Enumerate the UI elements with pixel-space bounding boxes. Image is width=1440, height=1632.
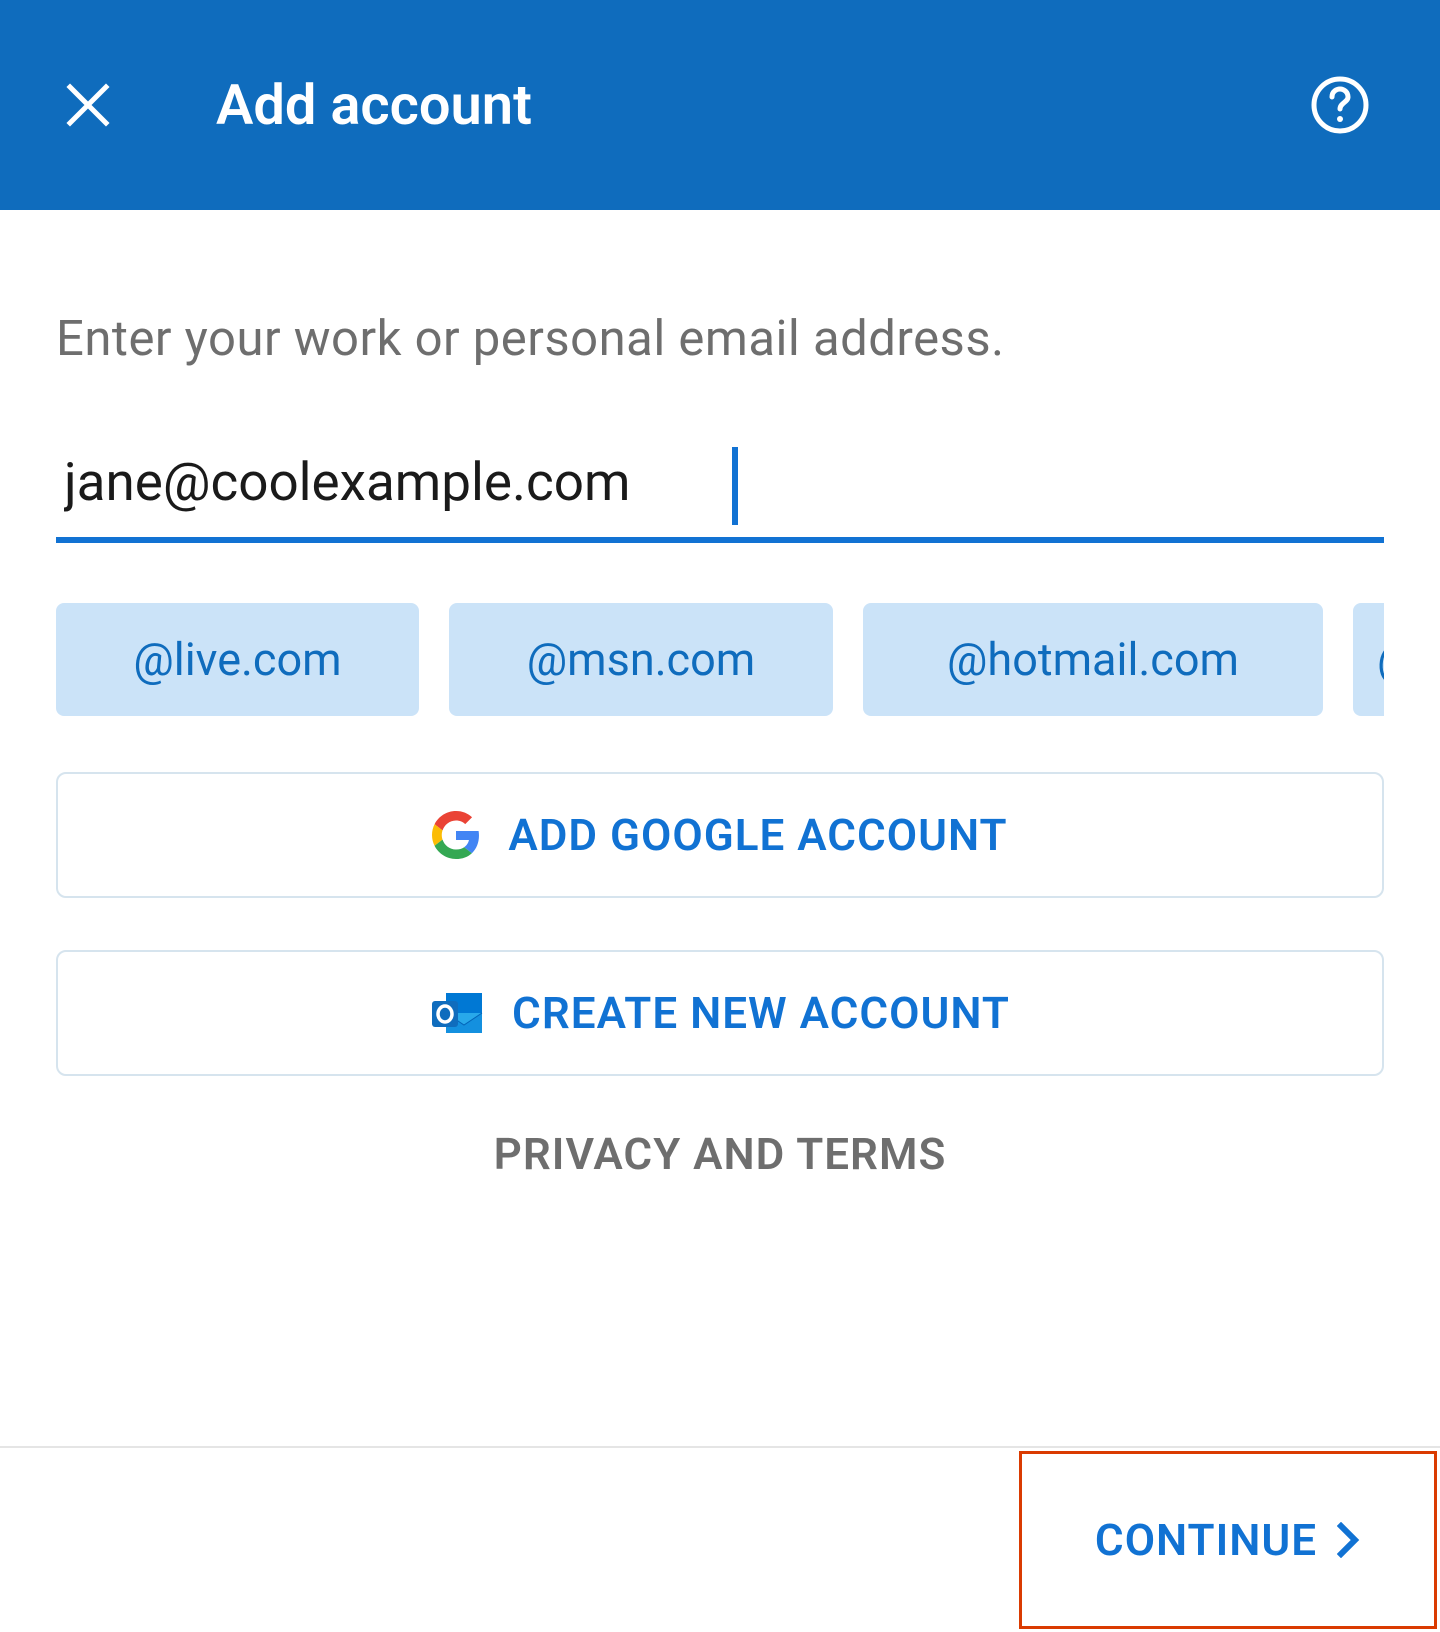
- chevron-right-icon: [1337, 1522, 1361, 1558]
- prompt-text: Enter your work or personal email addres…: [56, 310, 1384, 367]
- outlook-icon: [430, 989, 484, 1037]
- add-google-label: ADD GOOGLE ACCOUNT: [508, 809, 1007, 861]
- continue-button[interactable]: CONTINUE: [1019, 1451, 1437, 1629]
- text-cursor: [732, 447, 738, 525]
- content-area: Enter your work or personal email addres…: [0, 210, 1440, 1180]
- close-icon: [64, 81, 112, 129]
- email-input[interactable]: [56, 447, 1384, 543]
- create-new-account-label: CREATE NEW ACCOUNT: [512, 987, 1010, 1039]
- email-input-wrapper: [56, 447, 1384, 543]
- domain-chip-live[interactable]: @live.com: [56, 603, 419, 716]
- page-title: Add account: [216, 72, 1308, 138]
- create-new-account-button[interactable]: CREATE NEW ACCOUNT: [56, 950, 1384, 1076]
- continue-label: CONTINUE: [1095, 1514, 1317, 1566]
- domain-chip-more[interactable]: @: [1353, 603, 1384, 716]
- help-icon: [1310, 75, 1370, 135]
- help-button[interactable]: [1308, 73, 1372, 137]
- header-bar: Add account: [0, 0, 1440, 210]
- privacy-and-terms-link[interactable]: PRIVACY AND TERMS: [56, 1128, 1384, 1180]
- add-google-account-button[interactable]: ADD GOOGLE ACCOUNT: [56, 772, 1384, 898]
- domain-chip-msn[interactable]: @msn.com: [449, 603, 833, 716]
- domain-chip-hotmail[interactable]: @hotmail.com: [863, 603, 1323, 716]
- close-button[interactable]: [60, 77, 116, 133]
- google-icon: [432, 811, 480, 859]
- footer-bar: CONTINUE: [0, 1446, 1440, 1632]
- domain-suggestions-row: @live.com @msn.com @hotmail.com @: [56, 603, 1384, 716]
